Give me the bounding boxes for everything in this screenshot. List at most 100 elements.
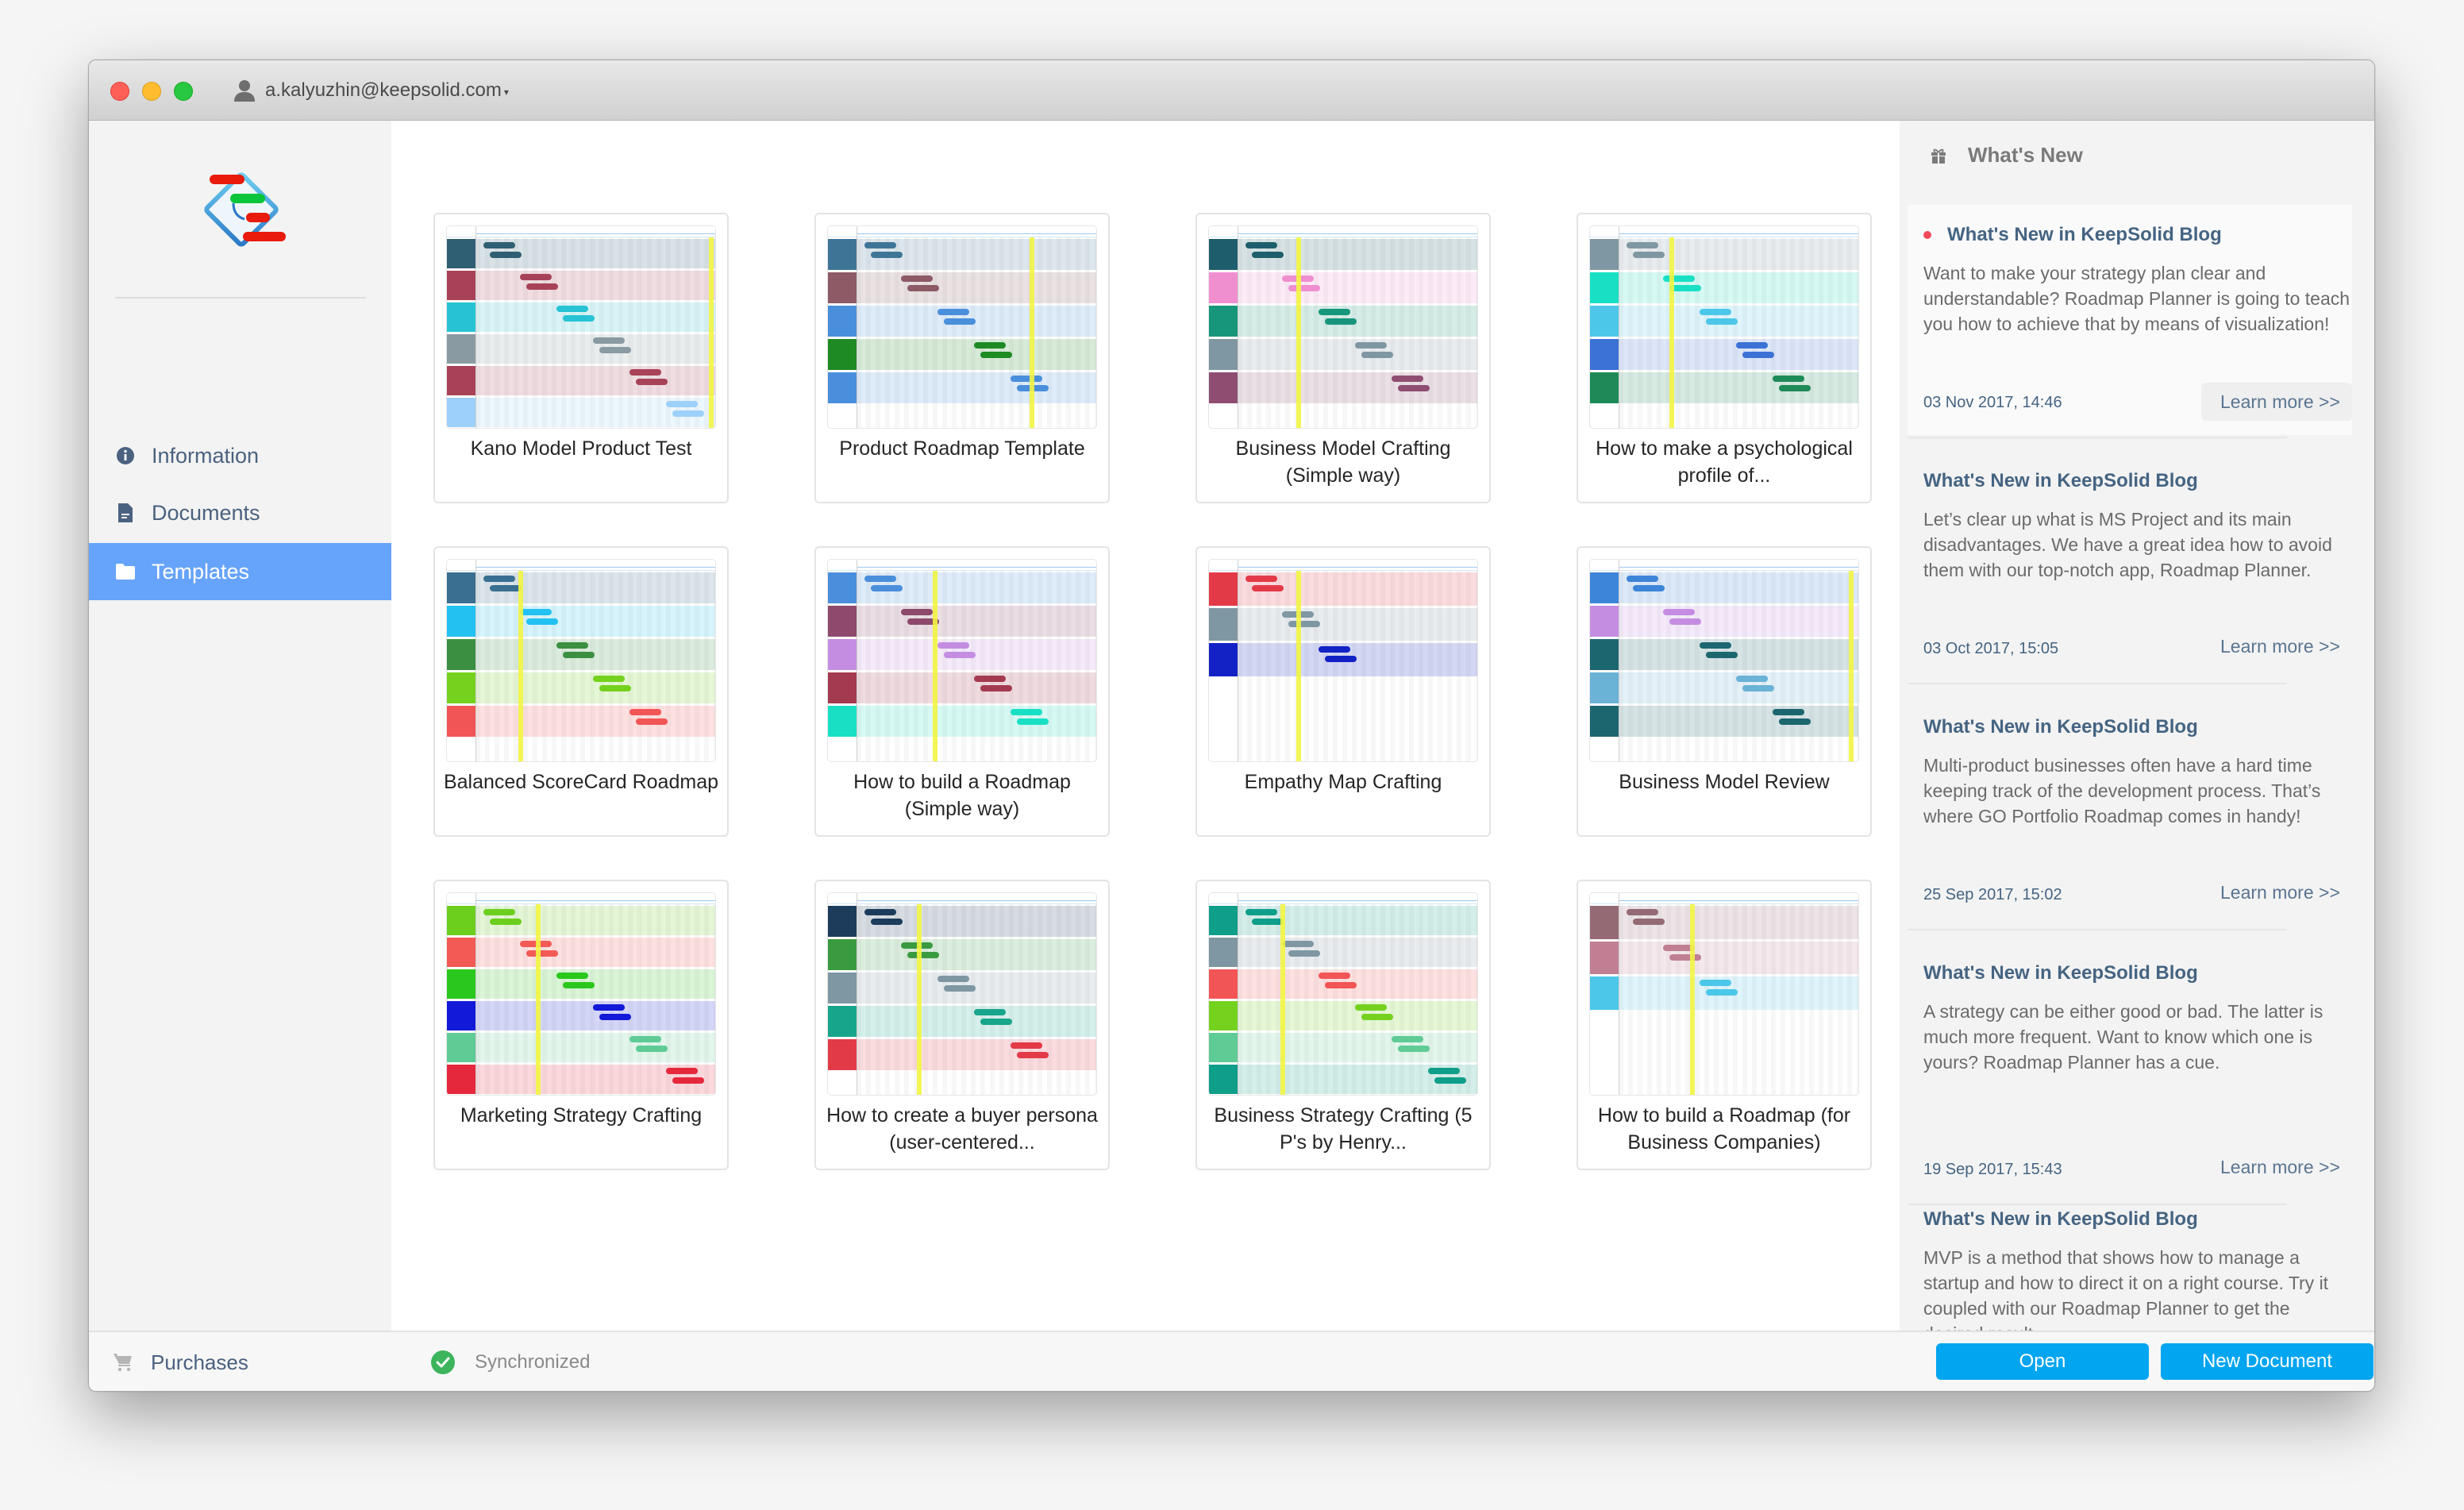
task-bar: [599, 347, 631, 353]
sidebar-item-documents[interactable]: Documents: [89, 484, 391, 541]
swimlane-label: [1590, 639, 1619, 670]
template-card[interactable]: Business Strategy Crafting (5 P's by Hen…: [1195, 880, 1491, 1170]
account-menu[interactable]: a.kalyuzhin@keepsolid.com ▾: [232, 76, 509, 105]
swimlane-label: [1209, 372, 1238, 403]
template-card[interactable]: Kano Model Product Test: [433, 213, 729, 503]
swimlane-label: [1209, 239, 1238, 270]
learn-more-link[interactable]: Learn more >>: [2201, 1148, 2352, 1186]
swimlane-label: [447, 271, 475, 300]
template-card[interactable]: Empathy Map Crafting: [1195, 546, 1491, 837]
swimlane: [447, 639, 715, 670]
news-item: What's New in KeepSolid Blog Let’s clear…: [1908, 470, 2352, 684]
template-card[interactable]: How to build a Roadmap (Simple way): [814, 546, 1110, 837]
news-divider: [1908, 683, 2287, 684]
timeline-line: [857, 233, 1096, 234]
open-button[interactable]: Open: [1936, 1343, 2149, 1380]
task-bar: [907, 285, 939, 291]
swimlane-background: [475, 366, 715, 395]
task-bar: [563, 315, 595, 322]
swimlane-background: [1619, 639, 1858, 670]
swimlane: [1590, 606, 1858, 637]
news-date: 03 Nov 2017, 14:46: [1923, 394, 2062, 411]
swimlane-background: [1619, 706, 1858, 737]
swimlane-label: [1590, 272, 1619, 303]
task-bar: [980, 352, 1012, 358]
minimize-window-button[interactable]: [142, 82, 161, 101]
swimlane-label: [1209, 938, 1238, 967]
template-card[interactable]: Business Model Crafting (Simple way): [1195, 213, 1491, 503]
swimlane: [1209, 607, 1477, 641]
new-document-button[interactable]: New Document: [2161, 1343, 2374, 1380]
swimlane: [1590, 706, 1858, 737]
close-window-button[interactable]: [110, 82, 129, 101]
swimlane-label: [1209, 643, 1238, 676]
task-bar: [490, 919, 522, 925]
swimlane: [828, 606, 1096, 637]
learn-more-link[interactable]: Learn more >>: [2201, 383, 2352, 421]
task-bar: [1669, 953, 1701, 961]
timeline-line: [857, 900, 1096, 901]
swimlane: [1590, 639, 1858, 670]
task-bar: [1669, 285, 1701, 291]
swimlane-label: [447, 639, 475, 670]
template-thumbnail: [1589, 559, 1859, 762]
swimlane-label: [1209, 1065, 1238, 1094]
template-card[interactable]: Business Model Review: [1577, 546, 1872, 837]
swimlane: [828, 1006, 1096, 1037]
learn-more-link[interactable]: Learn more >>: [2201, 873, 2352, 911]
today-marker: [1296, 237, 1301, 428]
task-bar: [593, 337, 625, 344]
app-logo: [204, 172, 286, 247]
purchases-button[interactable]: Purchases: [113, 1346, 248, 1378]
task-bar: [901, 609, 933, 615]
task-bar: [1011, 376, 1042, 382]
account-email: a.kalyuzhin@keepsolid.com: [265, 79, 502, 101]
chevron-down-icon: ▾: [503, 87, 509, 98]
template-card[interactable]: How to create a buyer persona (user-cent…: [814, 880, 1110, 1170]
swimlane: [1590, 372, 1858, 403]
swimlane-background: [1238, 1033, 1477, 1062]
timeline-line: [1238, 567, 1477, 568]
task-bar: [937, 309, 969, 315]
checkmark-icon: [431, 1350, 455, 1374]
swimlane: [828, 939, 1096, 970]
swimlane-label: [1209, 607, 1238, 641]
timeline-line: [1619, 900, 1858, 901]
swimlane: [447, 938, 715, 967]
swimlane-label: [447, 366, 475, 395]
template-card[interactable]: How to make a psychological profile of..…: [1577, 213, 1872, 503]
sidebar-item-information[interactable]: Information: [89, 427, 391, 484]
timeline-header: [1209, 560, 1477, 571]
task-bar: [1742, 352, 1774, 358]
template-card[interactable]: Balanced ScoreCard Roadmap: [433, 546, 729, 837]
template-title: How to create a buyer persona (user-cent…: [826, 1104, 1098, 1154]
sidebar-divider: [115, 297, 366, 299]
titlebar: a.kalyuzhin@keepsolid.com ▾: [89, 60, 2374, 121]
lane-axis: [475, 560, 476, 761]
swimlane-background: [1238, 306, 1477, 337]
template-title: Business Model Crafting (Simple way): [1235, 437, 1451, 487]
swimlane-background: [1619, 372, 1858, 403]
timeline-header: [828, 560, 1096, 571]
learn-more-link[interactable]: Learn more >>: [2201, 627, 2352, 665]
swimlane-label: [1590, 606, 1619, 637]
swimlane-background: [857, 973, 1096, 1003]
zoom-window-button[interactable]: [174, 82, 193, 101]
swimlane-background: [475, 969, 715, 999]
today-marker: [917, 904, 922, 1095]
today-marker: [709, 237, 714, 428]
swimlane-background: [857, 639, 1096, 670]
swimlane: [1590, 306, 1858, 337]
template-card[interactable]: Product Roadmap Template: [814, 213, 1110, 503]
task-bar: [1736, 342, 1768, 349]
sidebar-item-templates[interactable]: Templates: [89, 543, 404, 600]
swimlane: [1209, 306, 1477, 337]
template-card[interactable]: Marketing Strategy Crafting: [433, 880, 729, 1170]
task-bar: [864, 576, 896, 582]
swimlane-label: [828, 372, 857, 403]
task-bar: [1627, 576, 1658, 582]
sync-status-label: Synchronized: [475, 1351, 591, 1373]
swimlane-label: [1209, 272, 1238, 303]
template-card[interactable]: How to build a Roadmap (for Business Com…: [1577, 880, 1872, 1170]
swimlane: [1590, 906, 1858, 939]
